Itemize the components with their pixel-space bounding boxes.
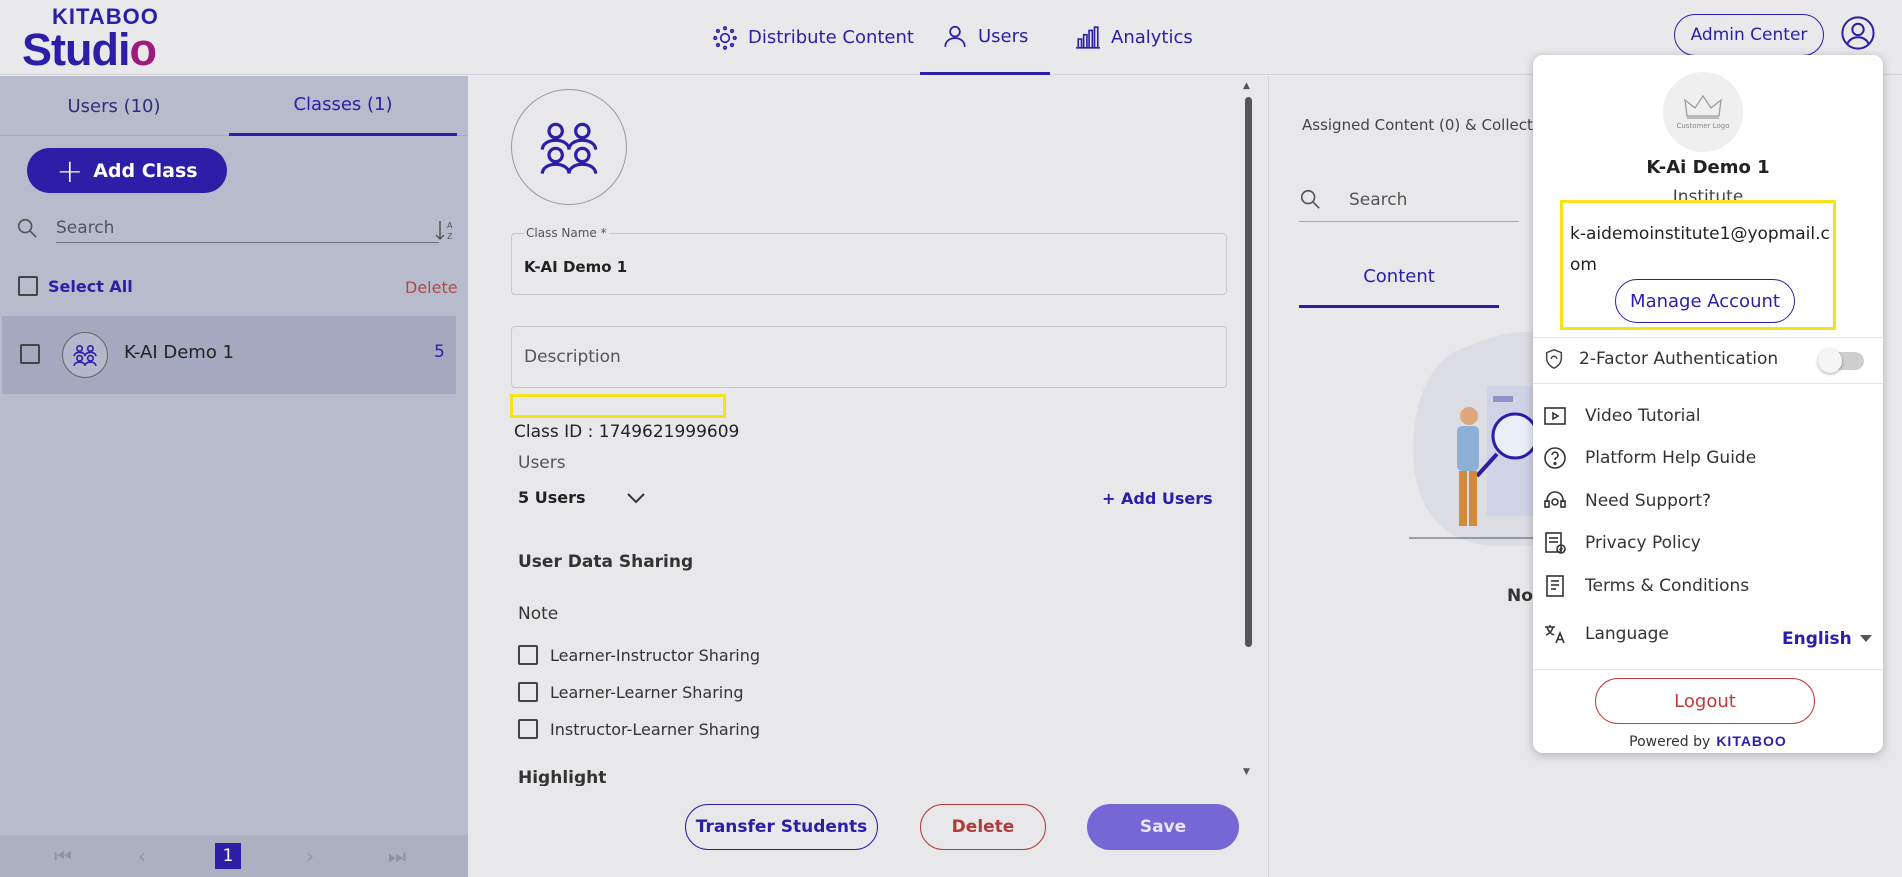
learner-instructor-sharing[interactable]: Learner-Instructor Sharing — [518, 645, 760, 665]
empty-state-illustration — [1409, 331, 1549, 546]
select-all[interactable]: Select All — [18, 276, 133, 296]
group-icon — [73, 344, 97, 366]
first-page-icon[interactable]: ⏮ — [54, 844, 72, 868]
highlight-heading: Highlight — [518, 768, 607, 786]
left-tabs: Users (10) Classes (1) — [0, 76, 468, 136]
class-user-count: 5 — [434, 342, 445, 362]
tab-classes[interactable]: Classes (1) — [229, 76, 457, 136]
group-icon — [540, 122, 598, 174]
highlight-box — [510, 394, 726, 418]
kitaboo-studio-logo[interactable]: KITABOO Studio — [22, 6, 159, 73]
scroll-up-icon[interactable]: ▲ — [1243, 81, 1250, 91]
pagination: ⏮ ‹ 1 › ⏭ — [0, 835, 468, 877]
video-icon — [1544, 407, 1566, 425]
scroll-thumb[interactable] — [1245, 97, 1252, 647]
empty-state-text: No — [1507, 586, 1533, 606]
content-search[interactable]: Search — [1299, 182, 1519, 222]
distribute-icon — [713, 25, 737, 50]
prev-page-icon[interactable]: ‹ — [138, 844, 146, 868]
select-all-checkbox[interactable] — [18, 276, 38, 296]
logout-button[interactable]: Logout — [1595, 678, 1815, 724]
customer-logo: Customer Logo — [1663, 72, 1743, 152]
scrollbar[interactable]: ▲ ▼ — [1242, 81, 1254, 781]
class-search — [16, 209, 439, 247]
transfer-students-button[interactable]: Transfer Students — [685, 804, 878, 850]
privacy-icon — [1545, 532, 1566, 554]
user-icon — [944, 25, 966, 47]
profile-icon[interactable] — [1841, 16, 1875, 50]
assigned-content-heading: Assigned Content (0) & Collection — [1302, 116, 1556, 134]
crown-icon — [1684, 94, 1722, 119]
menu-item-privacy-policy[interactable]: Privacy Policy — [1543, 531, 1701, 555]
users-dropdown[interactable]: 5 Users — [518, 488, 647, 507]
page-number[interactable]: 1 — [215, 843, 241, 869]
svg-text:A: A — [447, 221, 453, 230]
shield-icon — [1545, 349, 1563, 369]
nav-users[interactable]: Users — [920, 0, 1051, 75]
divider — [1533, 337, 1883, 338]
search-icon — [17, 218, 37, 238]
menu-item-help-guide[interactable]: Platform Help Guide — [1543, 446, 1756, 470]
profile-email: k-aidemoinstitute1@yopmail.com — [1570, 224, 1830, 275]
left-panel: Users (10) Classes (1) + Add Class AZ Se… — [0, 76, 468, 877]
last-page-icon[interactable]: ⏭ — [388, 844, 406, 868]
two-factor-toggle[interactable] — [1818, 349, 1864, 373]
class-avatar — [62, 332, 108, 378]
note-label: Note — [518, 604, 559, 624]
translate-icon — [1545, 625, 1565, 644]
class-image[interactable] — [511, 89, 627, 205]
svg-text:Z: Z — [447, 232, 453, 241]
divider — [1533, 383, 1883, 384]
class-details-panel: Class Name * K-AI Demo 1 Description Cla… — [468, 76, 1268, 877]
class-id: Class ID : 1749621999609 — [514, 422, 740, 442]
add-users-link[interactable]: + Add Users — [1102, 489, 1213, 508]
nav-analytics[interactable]: Analytics — [1053, 0, 1215, 75]
chevron-down-icon — [627, 492, 646, 503]
description-field[interactable]: Description — [511, 326, 1227, 388]
menu-item-terms-conditions[interactable]: Terms & Conditions — [1543, 574, 1749, 598]
two-factor-row: 2-Factor Authentication — [1543, 348, 1778, 370]
analytics-icon — [1076, 25, 1100, 49]
profile-name: K-Ai Demo 1 — [1646, 157, 1770, 178]
profile-menu: Customer Logo K-Ai Demo 1 Institute k-ai… — [1533, 55, 1883, 753]
tab-users[interactable]: Users (10) — [0, 76, 228, 136]
save-button[interactable]: Save — [1087, 804, 1239, 850]
scroll-down-icon[interactable]: ▼ — [1243, 767, 1250, 777]
nav-distribute-content[interactable]: Distribute Content — [690, 0, 936, 75]
support-icon — [1544, 491, 1566, 508]
checkbox[interactable] — [518, 645, 538, 665]
plus-icon: + — [56, 151, 84, 190]
learner-learner-sharing[interactable]: Learner-Learner Sharing — [518, 682, 744, 702]
user-data-sharing-heading: User Data Sharing — [518, 552, 694, 572]
help-icon — [1544, 447, 1566, 469]
terms-icon — [1546, 575, 1564, 597]
delete-class-button[interactable]: Delete — [920, 804, 1046, 850]
search-input[interactable] — [56, 213, 439, 243]
instructor-learner-sharing[interactable]: Instructor-Learner Sharing — [518, 719, 760, 739]
class-name: K-AI Demo 1 — [124, 342, 235, 363]
language-row[interactable]: Language — [1543, 622, 1669, 646]
tab-content[interactable]: Content — [1299, 248, 1499, 308]
language-select[interactable]: English — [1782, 629, 1872, 649]
add-class-button[interactable]: + Add Class — [27, 148, 227, 193]
class-checkbox[interactable] — [20, 344, 40, 364]
next-page-icon[interactable]: › — [306, 844, 314, 868]
sort-az-icon[interactable]: AZ — [434, 218, 458, 242]
divider — [1533, 669, 1883, 670]
menu-item-need-support[interactable]: Need Support? — [1543, 489, 1711, 513]
powered-by: Powered by KITABOO — [1629, 733, 1787, 750]
manage-account-button[interactable]: Manage Account — [1615, 279, 1795, 323]
delete-link[interactable]: Delete — [405, 278, 458, 297]
class-name-field[interactable]: Class Name * K-AI Demo 1 — [511, 226, 1227, 295]
checkbox[interactable] — [518, 682, 538, 702]
checkbox[interactable] — [518, 719, 538, 739]
menu-item-video-tutorial[interactable]: Video Tutorial — [1543, 404, 1701, 428]
users-label: Users — [518, 453, 566, 473]
class-list-item[interactable]: K-AI Demo 1 5 — [2, 316, 456, 394]
admin-center-button[interactable]: Admin Center — [1674, 14, 1824, 56]
search-icon — [1300, 189, 1320, 209]
caret-down-icon — [1859, 635, 1872, 642]
